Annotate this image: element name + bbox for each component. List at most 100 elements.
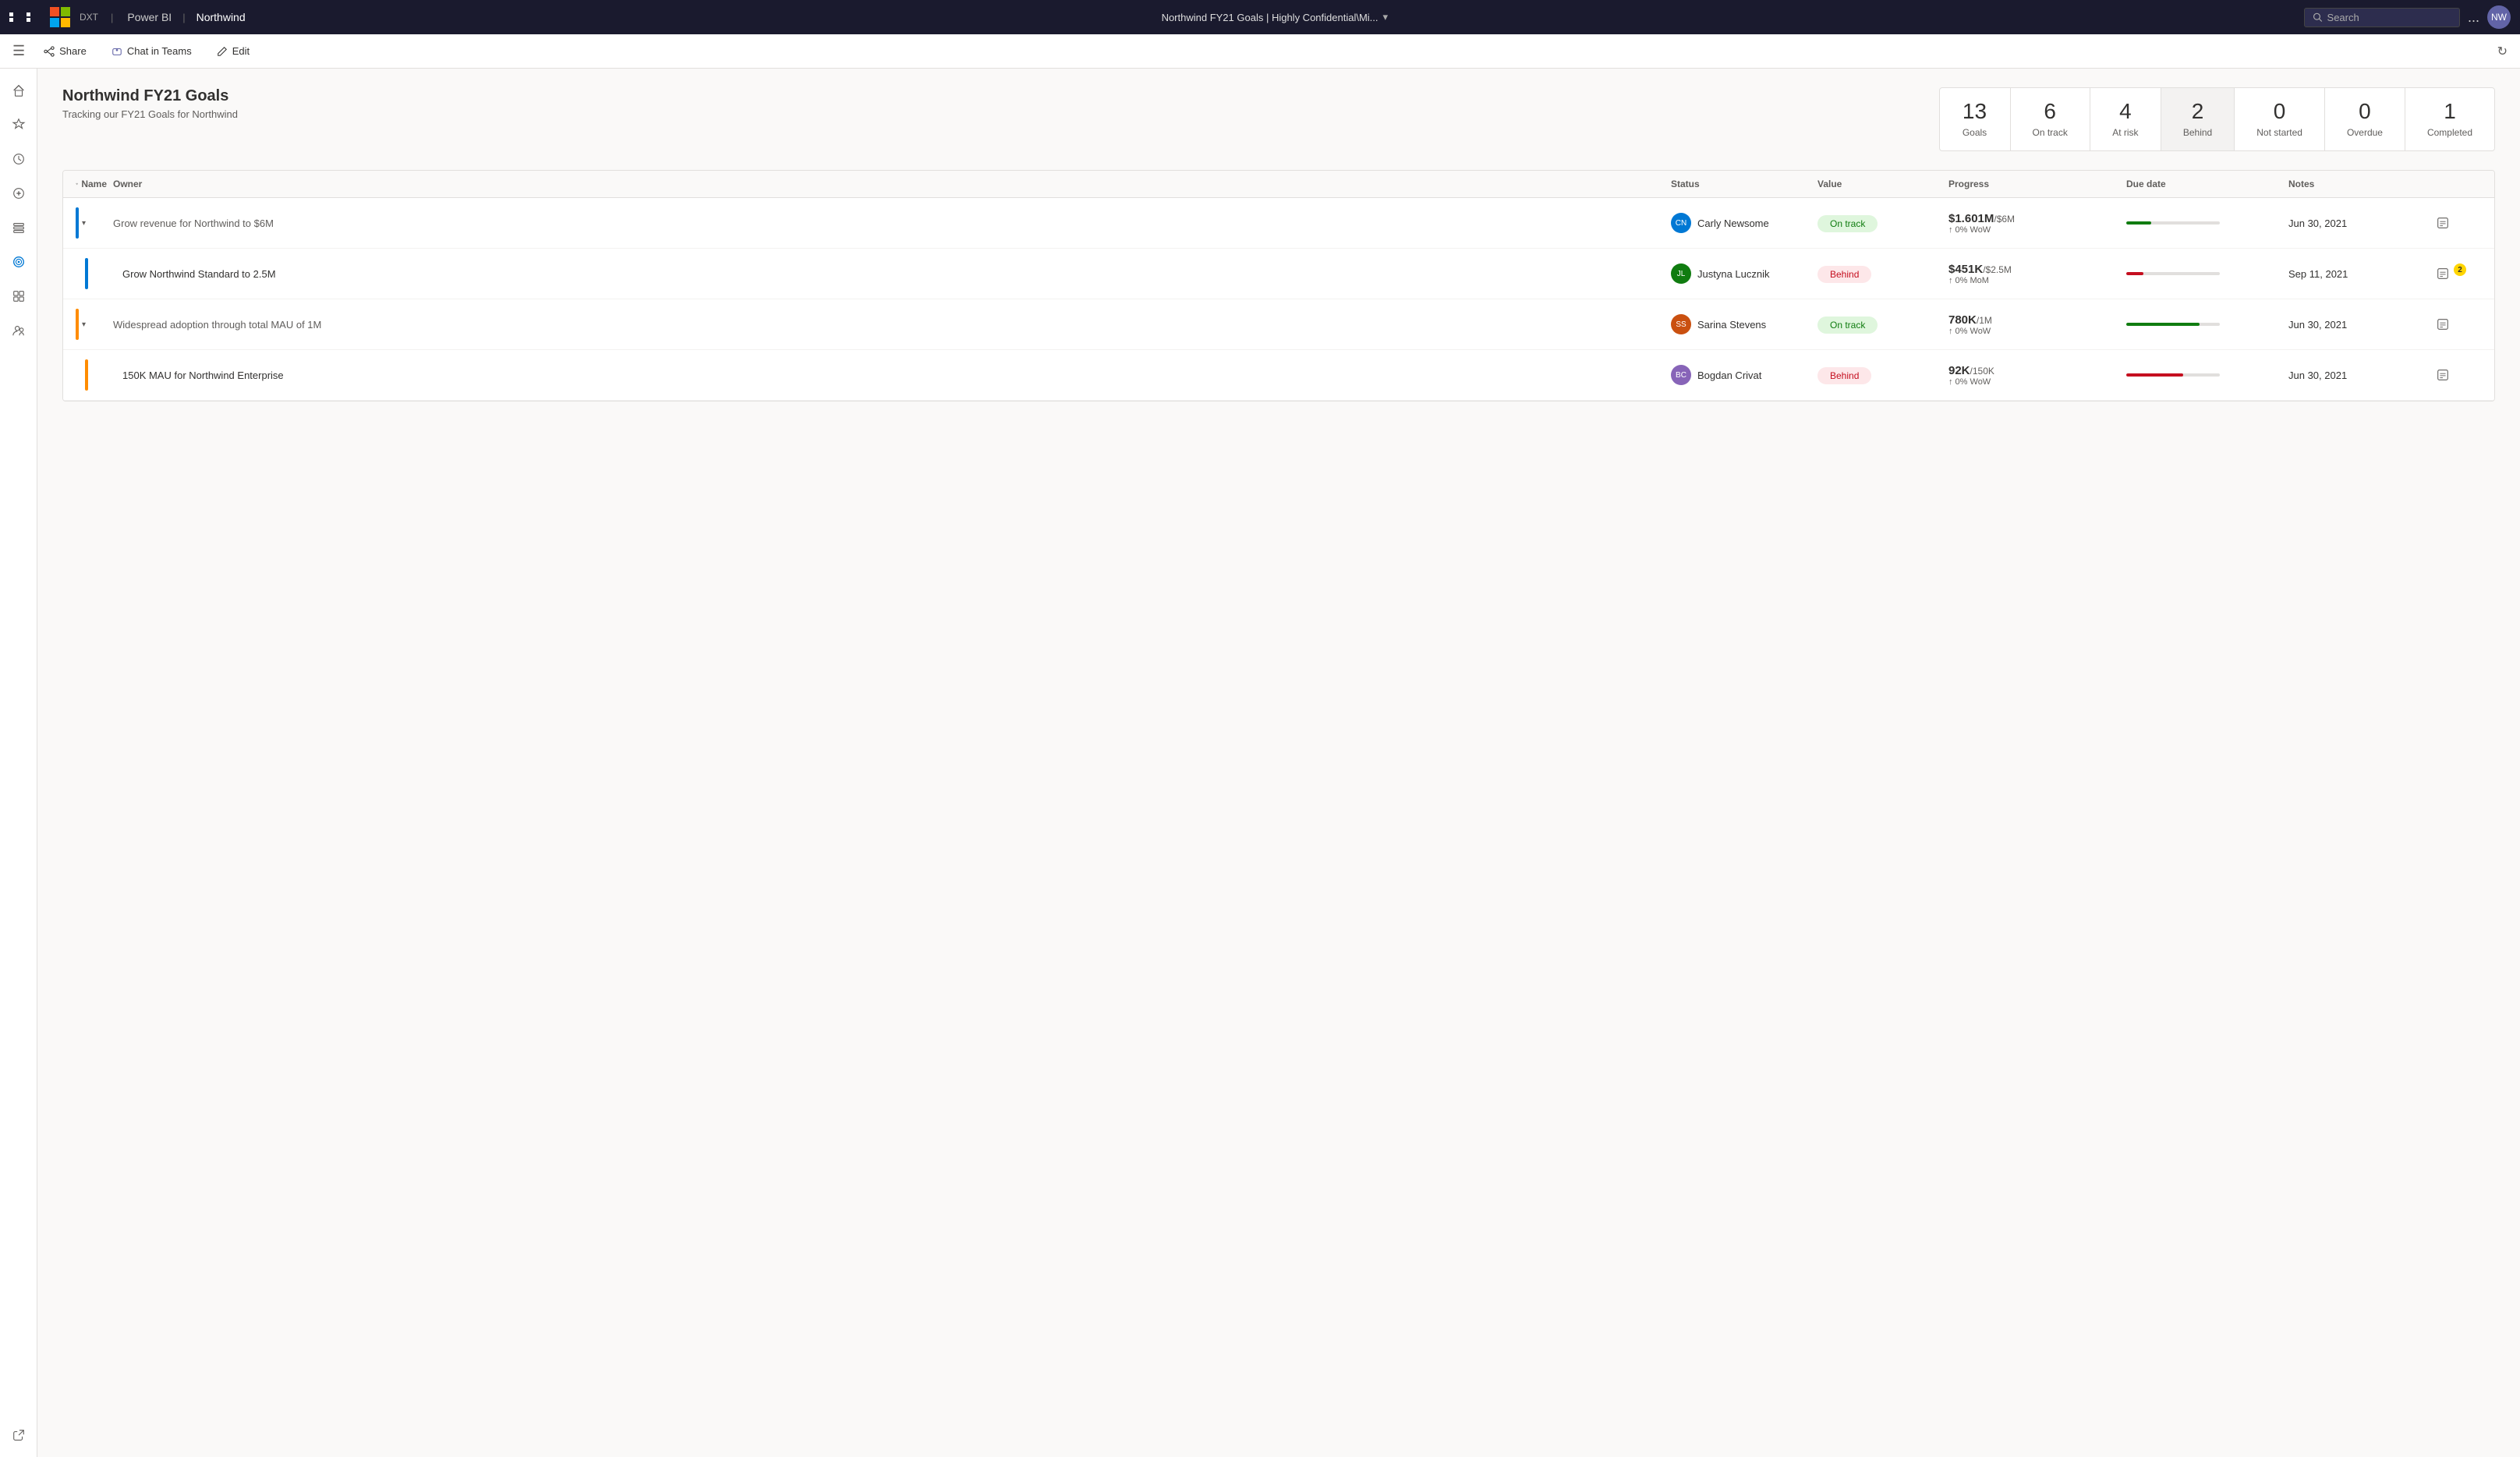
table-row[interactable]: 150K MAU for Northwind Enterprise BC Bog… <box>63 350 2494 401</box>
sidebar-goals-icon[interactable] <box>3 246 34 278</box>
progress-bar-fill <box>2126 373 2183 377</box>
doc-title-area: Northwind FY21 Goals | Highly Confidenti… <box>253 11 2296 23</box>
stat-number: 6 <box>2044 101 2056 122</box>
sidebar-external-icon[interactable] <box>3 1420 34 1451</box>
stat-card-not-started[interactable]: 0 Not started <box>2235 88 2324 150</box>
notes-icon[interactable] <box>2436 216 2450 230</box>
stat-number: 13 <box>1963 101 1987 122</box>
progress-bar-wrap <box>2126 323 2220 326</box>
owner-name: Bogdan Crivat <box>1697 370 1761 381</box>
nav-sep-1: | <box>111 12 113 23</box>
status-cell: On track <box>1817 319 1942 331</box>
chat-teams-button[interactable]: Chat in Teams <box>105 41 198 62</box>
due-date-cell: Sep 11, 2021 <box>2288 268 2398 280</box>
stat-card-on-track[interactable]: 6 On track <box>2011 88 2090 150</box>
indicator-cell: ▾ <box>76 309 107 340</box>
stat-label: Completed <box>2427 127 2472 138</box>
notes-column-header: Notes <box>2288 179 2398 189</box>
chat-teams-label: Chat in Teams <box>127 45 192 57</box>
sidebar-favorites-icon[interactable] <box>3 109 34 140</box>
search-icon <box>2313 12 2323 23</box>
more-options-button[interactable]: ... <box>2468 9 2479 26</box>
value-cell: 780K/1M ↑ 0% WoW <box>1948 313 2120 336</box>
table-rows: ▾ Grow revenue for Northwind to $6M CN C… <box>63 198 2494 401</box>
value-amount: 780K <box>1948 313 1977 327</box>
top-navigation: DXT | Power BI | Northwind Northwind FY2… <box>0 0 2520 34</box>
notes-icon[interactable] <box>2436 317 2450 331</box>
notes-count-badge: 2 <box>2454 263 2466 276</box>
value-cell: 92K/150K ↑ 0% WoW <box>1948 364 2120 387</box>
stat-label: On track <box>2033 127 2068 138</box>
expand-btn[interactable]: ▾ <box>82 219 94 228</box>
goal-name: Grow revenue for Northwind to $6M <box>113 217 274 229</box>
stat-card-overdue[interactable]: 0 Overdue <box>2325 88 2405 150</box>
microsoft-logo <box>50 7 70 27</box>
value-cell: $451K/$2.5M ↑ 0% MoM <box>1948 263 2120 285</box>
notes-icon[interactable] <box>2436 368 2450 382</box>
owner-avatar: SS <box>1671 314 1691 334</box>
goals-table: Name Owner Status Value Progress Due dat… <box>62 170 2495 401</box>
edit-label: Edit <box>232 45 250 57</box>
value-change: ↑ 0% WoW <box>1948 225 2120 235</box>
status-badge: Behind <box>1817 266 1871 283</box>
search-input[interactable] <box>2327 12 2451 23</box>
search-box[interactable] <box>2304 8 2460 27</box>
sidebar-home-icon[interactable] <box>3 75 34 106</box>
edit-button[interactable]: Edit <box>211 41 256 62</box>
progress-cell <box>2126 272 2282 275</box>
progress-bar-fill <box>2126 272 2143 275</box>
expand-btn[interactable]: ▾ <box>82 320 94 329</box>
goal-name-cell: 150K MAU for Northwind Enterprise <box>122 370 1665 381</box>
duedate-column-header: Due date <box>2126 179 2282 189</box>
stat-card-behind[interactable]: 2 Behind <box>2161 88 2234 150</box>
brand-separator: DXT <box>80 12 98 23</box>
notes-cell[interactable] <box>2404 368 2482 382</box>
left-sidebar <box>0 69 37 1457</box>
user-avatar[interactable]: NW <box>2487 5 2511 29</box>
hamburger-menu-icon[interactable]: ☰ <box>12 43 25 59</box>
sidebar-people-icon[interactable] <box>3 315 34 346</box>
stat-label: At risk <box>2112 127 2138 138</box>
value-change: ↑ 0% WoW <box>1948 377 2120 387</box>
value-amount: 92K <box>1948 364 1970 377</box>
value-cell: $1.601M/$6M ↑ 0% WoW <box>1948 212 2120 235</box>
goal-name: Grow Northwind Standard to 2.5M <box>122 268 276 280</box>
status-badge: On track <box>1817 215 1878 232</box>
sidebar-apps-icon[interactable] <box>3 281 34 312</box>
table-row[interactable]: ▾ Widespread adoption through total MAU … <box>63 299 2494 350</box>
notes-cell[interactable]: 2 <box>2404 267 2482 281</box>
owner-avatar: CN <box>1671 213 1691 233</box>
stat-number: 1 <box>2444 101 2456 122</box>
share-label: Share <box>59 45 87 57</box>
goal-name: Widespread adoption through total MAU of… <box>113 319 321 331</box>
table-row[interactable]: Grow Northwind Standard to 2.5M JL Justy… <box>63 249 2494 299</box>
due-date-cell: Jun 30, 2021 <box>2288 217 2398 229</box>
table-row[interactable]: ▾ Grow revenue for Northwind to $6M CN C… <box>63 198 2494 249</box>
goal-name-cell: Grow revenue for Northwind to $6M <box>113 217 1665 229</box>
notes-cell[interactable] <box>2404 216 2482 230</box>
owner-cell: BC Bogdan Crivat <box>1671 365 1811 385</box>
sidebar-recents-icon[interactable] <box>3 143 34 175</box>
refresh-icon[interactable]: ↻ <box>2497 45 2508 58</box>
page-title-block: Northwind FY21 Goals Tracking our FY21 G… <box>62 87 1920 120</box>
status-column-header: Status <box>1671 179 1811 189</box>
apps-grid-icon[interactable] <box>9 12 42 22</box>
stat-card-at-risk[interactable]: 4 At risk <box>2090 88 2161 150</box>
main-layout: Northwind FY21 Goals Tracking our FY21 G… <box>0 69 2520 1457</box>
notes-icon[interactable] <box>2436 267 2450 281</box>
main-content: Northwind FY21 Goals Tracking our FY21 G… <box>37 69 2520 1457</box>
sidebar-browse-icon[interactable] <box>3 212 34 243</box>
powerbi-brand: Power BI <box>127 11 172 23</box>
share-button[interactable]: Share <box>37 41 93 62</box>
filter-icon-header[interactable]: Name <box>76 179 107 189</box>
page-header: Northwind FY21 Goals Tracking our FY21 G… <box>62 87 2495 151</box>
value-main: $451K/$2.5M <box>1948 263 2120 276</box>
sidebar-create-icon[interactable] <box>3 178 34 209</box>
doc-title-chevron[interactable]: ▾ <box>1383 11 1389 23</box>
stat-card-completed[interactable]: 1 Completed <box>2405 88 2494 150</box>
progress-bar-wrap <box>2126 221 2220 225</box>
name-column-header: Name <box>81 179 107 189</box>
stat-card-goals[interactable]: 13 Goals <box>1940 88 2010 150</box>
status-badge: Behind <box>1817 367 1871 384</box>
notes-cell[interactable] <box>2404 317 2482 331</box>
